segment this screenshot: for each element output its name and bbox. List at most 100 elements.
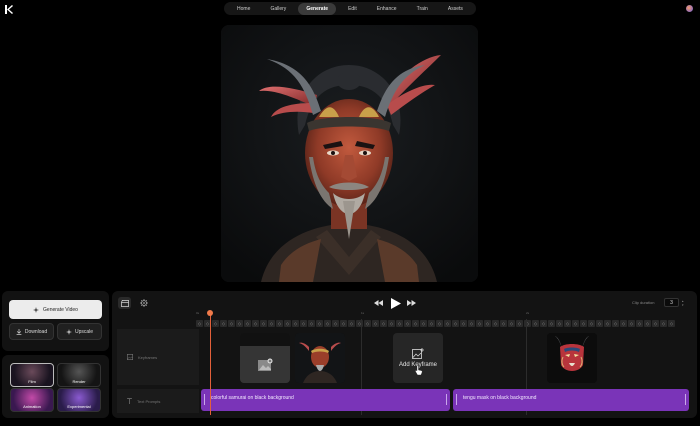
keyframe-tengu-thumbnail	[547, 333, 597, 383]
tab-train[interactable]: Train	[409, 3, 436, 15]
style-card-animation[interactable]: Animation	[10, 388, 54, 412]
frame-marker: ◇	[468, 320, 475, 327]
frame-marker: ◇	[660, 320, 667, 327]
user-avatar[interactable]	[686, 5, 693, 12]
download-icon	[16, 328, 22, 335]
ruler-tick: 0s	[196, 311, 200, 315]
image-icon	[127, 354, 133, 360]
frame-marker: ◇	[404, 320, 411, 327]
tab-edit[interactable]: Edit	[340, 3, 365, 15]
image-plus-icon	[258, 358, 273, 371]
frame-marker: ◇	[220, 320, 227, 327]
frame-marker: ◇	[636, 320, 643, 327]
frame-marker: ◇	[476, 320, 483, 327]
frame-marker: ◇	[588, 320, 595, 327]
frame-marker: ◇	[316, 320, 323, 327]
play-button[interactable]	[389, 296, 403, 310]
frame-marker: ◇	[332, 320, 339, 327]
upscale-button[interactable]: Upscale	[57, 323, 102, 340]
text-prompts-label: Text Prompts	[137, 398, 161, 404]
tab-gallery[interactable]: Gallery	[262, 3, 294, 15]
frame-marker: ◇	[372, 320, 379, 327]
frame-marker: ◇	[516, 320, 523, 327]
add-keyframe-button[interactable]: Add Keyframe	[393, 333, 443, 383]
logo-icon[interactable]	[5, 5, 13, 14]
text-prompt-clip[interactable]: tengu mask on black background	[453, 389, 689, 411]
prompt-text: colorful samurai on black background	[211, 395, 294, 401]
frame-marker: ◇	[668, 320, 675, 327]
clip-duration-stepper[interactable]: ▴ ▾	[682, 299, 686, 307]
frame-marker: ◇	[452, 320, 459, 327]
frame-marker: ◇	[308, 320, 315, 327]
ruler-tick: 2s	[526, 311, 530, 315]
clapperboard-icon	[120, 299, 129, 307]
timeline-settings-button[interactable]	[137, 297, 150, 309]
fast-forward-icon	[406, 300, 416, 306]
frame-marker: ◇	[412, 320, 419, 327]
frame-marker: ◇	[604, 320, 611, 327]
frame-marker: ◇	[340, 320, 347, 327]
style-label: Film	[28, 379, 36, 384]
fast-forward-button[interactable]	[406, 296, 416, 310]
generated-image	[221, 25, 478, 282]
upscale-icon	[65, 328, 72, 335]
frame-marker: ◇	[284, 320, 291, 327]
style-card-experimental[interactable]: Experimental	[57, 388, 101, 412]
tab-home[interactable]: Home	[229, 3, 258, 15]
rewind-button[interactable]	[373, 296, 383, 310]
style-card-film[interactable]: Film	[10, 363, 54, 387]
clip-handle-left[interactable]	[204, 394, 205, 405]
frame-marker: ◇	[276, 320, 283, 327]
frame-marker: ◇	[532, 320, 539, 327]
frame-strip[interactable]: ◇ ◇ ◇ ◇ ◇ ◇ ◇ ◇ ◇ ◇ ◇ ◇ ◇ ◇ ◇ ◇ ◇ ◇ ◇ ◇ ◇ ◇ ◇ ◇ ◇ ◇ ◇ ◇ ◇ ◇ ◇ ◇ ◇ ◇ ◇ ◇ ◇ ◇ ◇ ◇…	[196, 320, 688, 327]
image-plus-icon	[412, 348, 424, 359]
download-button[interactable]: Download	[9, 323, 54, 340]
frame-marker: ◇	[540, 320, 547, 327]
frame-marker: ◇	[612, 320, 619, 327]
clapperboard-button[interactable]	[118, 297, 131, 309]
playhead-line[interactable]	[210, 312, 211, 415]
style-card-render[interactable]: Render	[57, 363, 101, 387]
frame-marker: ◇	[428, 320, 435, 327]
clip-handle-right[interactable]	[685, 394, 686, 405]
frame-marker: ◇	[212, 320, 219, 327]
frame-marker: ◇	[652, 320, 659, 327]
frame-marker: ◇	[620, 320, 627, 327]
tab-assets[interactable]: Assets	[440, 3, 471, 15]
gear-icon	[139, 299, 148, 307]
frame-marker: ◇	[420, 320, 427, 327]
clip-handle-right[interactable]	[446, 394, 447, 405]
clip-handle-left[interactable]	[456, 394, 457, 405]
frame-marker: ◇	[596, 320, 603, 327]
sparkle-icon	[33, 306, 40, 313]
keyframe-tengu-mask[interactable]	[547, 333, 597, 383]
keyframes-row-label: Keyframes	[117, 329, 199, 385]
playhead-handle[interactable]	[207, 310, 213, 316]
generate-video-button[interactable]: Generate Video	[9, 300, 102, 319]
frame-marker: ◇	[492, 320, 499, 327]
keyframe-samurai-thumbnail	[295, 333, 345, 383]
frame-marker: ◇	[460, 320, 467, 327]
keyframe-samurai[interactable]	[295, 333, 345, 383]
style-label: Animation	[23, 404, 41, 409]
frame-marker: ◇	[396, 320, 403, 327]
tab-enhance[interactable]: Enhance	[369, 3, 405, 15]
hand-cursor-icon	[415, 365, 423, 375]
keyframe-slot-empty[interactable]	[240, 333, 290, 383]
ruler-tick: 1s	[361, 311, 365, 315]
prompt-text: tengu mask on black background	[463, 395, 537, 401]
samurai-portrait	[221, 25, 478, 282]
text-prompt-clip[interactable]: colorful samurai on black background	[201, 389, 450, 411]
frame-marker: ◇	[436, 320, 443, 327]
play-icon	[391, 297, 401, 309]
frame-marker: ◇	[236, 320, 243, 327]
text-prompts-row-label: Text Prompts	[117, 389, 199, 413]
download-label: Download	[24, 328, 48, 335]
frame-marker: ◇	[260, 320, 267, 327]
clip-duration-label: Clip duration	[632, 300, 655, 305]
generate-video-label: Generate Video	[43, 306, 78, 313]
frame-marker: ◇	[364, 320, 371, 327]
clip-duration-input[interactable]: 3	[664, 298, 679, 307]
tab-generate[interactable]: Generate	[298, 2, 337, 15]
frame-marker: ◇	[228, 320, 235, 327]
